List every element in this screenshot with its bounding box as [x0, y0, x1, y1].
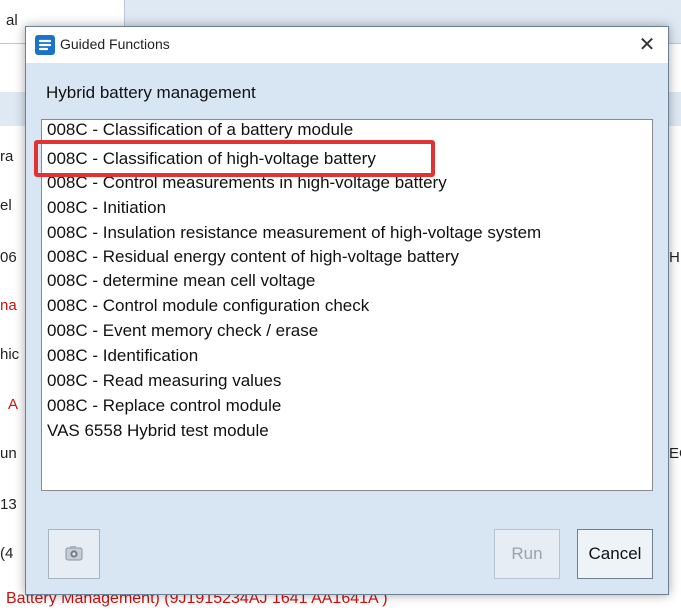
camera-icon: [65, 546, 83, 561]
background-fragment: un: [0, 445, 17, 462]
list-item[interactable]: VAS 6558 Hybrid test module: [47, 421, 269, 441]
highlight-annotation-box: [34, 140, 435, 177]
dialog-title: Guided Functions: [60, 36, 170, 52]
list-item[interactable]: 008C - Read measuring values: [47, 371, 281, 391]
background-fragment: ra: [0, 148, 14, 165]
close-icon: ✕: [638, 34, 656, 56]
background-fragment: na: [0, 297, 17, 314]
dialog-titlebar: Guided Functions ✕: [26, 27, 668, 63]
dialog-heading: Hybrid battery management: [46, 83, 256, 102]
background-fragment: el: [0, 197, 12, 214]
app-logo-icon: [35, 35, 55, 55]
background-fragment: (4: [0, 545, 14, 562]
run-button[interactable]: Run: [494, 529, 560, 579]
list-item[interactable]: 008C - Control module configuration chec…: [47, 296, 369, 316]
list-item[interactable]: 008C - Classification of a battery modul…: [47, 120, 353, 140]
list-item[interactable]: 008C - Insulation resistance measurement…: [47, 223, 541, 243]
list-item[interactable]: 008C - Event memory check / erase: [47, 321, 318, 341]
background-fragment: 13: [0, 496, 17, 513]
background-fragment: A: [8, 396, 19, 413]
screenshot-button[interactable]: [48, 529, 100, 579]
list-item[interactable]: 008C - Residual energy content of high-v…: [47, 247, 459, 267]
guided-functions-dialog: Guided Functions ✕ Hybrid battery manage…: [25, 26, 669, 595]
background-fragment: hic: [0, 346, 20, 363]
cancel-button[interactable]: Cancel: [577, 529, 653, 579]
list-item[interactable]: 008C - Initiation: [47, 198, 166, 218]
list-item[interactable]: 008C - Replace control module: [47, 396, 281, 416]
background-fragment: 06: [0, 249, 17, 266]
close-button[interactable]: ✕: [632, 31, 662, 59]
background-fragment: EC: [669, 445, 681, 462]
background-fragment: H: [669, 249, 680, 266]
list-item[interactable]: 008C - determine mean cell voltage: [47, 271, 315, 291]
list-item[interactable]: 008C - Identification: [47, 346, 198, 366]
background-tab-label: al: [6, 12, 18, 29]
